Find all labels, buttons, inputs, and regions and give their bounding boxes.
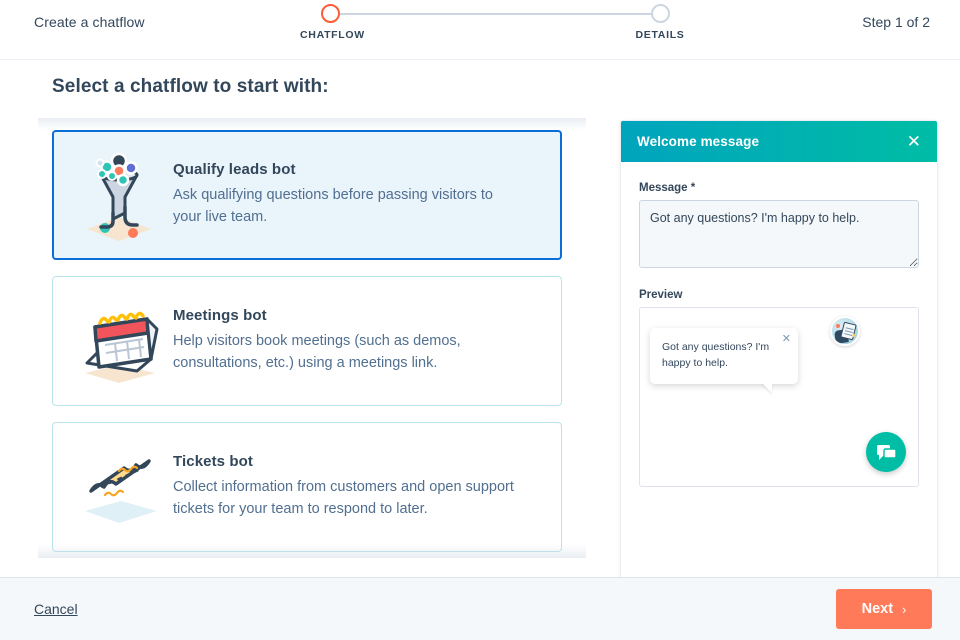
card-description: Ask qualifying questions before passing … bbox=[173, 187, 493, 225]
message-field-label: Message * bbox=[639, 182, 696, 194]
chevron-right-icon: › bbox=[902, 601, 907, 617]
step-progress-indicator: CHATFLOW DETAILS bbox=[300, 4, 690, 48]
card-text-block: Tickets bot Collect information from cus… bbox=[173, 453, 543, 521]
chat-bubble-icon bbox=[877, 445, 897, 460]
bubble-message-text: Got any questions? I'm happy to help. bbox=[662, 341, 770, 369]
step-label-chatflow: CHATFLOW bbox=[300, 29, 365, 41]
bubble-tail bbox=[761, 381, 772, 393]
welcome-message-panel-body: Message * Preview bbox=[621, 162, 937, 577]
page-title: Create a chatflow bbox=[34, 14, 145, 30]
avatar-artwork bbox=[832, 318, 858, 344]
step-dot-active-icon bbox=[320, 4, 340, 23]
card-title: Tickets bot bbox=[173, 453, 254, 471]
chatflow-card-qualify-leads-bot[interactable]: Qualify leads bot Ask qualifying questio… bbox=[52, 130, 562, 260]
card-title: Qualify leads bot bbox=[173, 161, 296, 179]
desk-calendar-icon bbox=[71, 293, 167, 389]
welcome-message-panel-header: Welcome message ✕ bbox=[621, 121, 937, 162]
welcome-message-panel: Welcome message ✕ Message * Preview bbox=[620, 120, 938, 577]
close-icon[interactable]: ✕ bbox=[905, 131, 923, 152]
chatflow-card-tickets-bot[interactable]: Tickets bot Collect information from cus… bbox=[52, 422, 562, 552]
wizard-body: Select a chatflow to start with: Qualify… bbox=[0, 60, 960, 577]
welcome-message-bubble: ✕ Got any questions? I'm happy to help. bbox=[650, 328, 798, 393]
stepper-connector-line bbox=[330, 13, 660, 15]
card-description: Help visitors book meetings (such as dem… bbox=[173, 333, 461, 371]
step-item-chatflow[interactable]: CHATFLOW bbox=[300, 4, 365, 41]
next-button[interactable]: Next › bbox=[836, 589, 932, 629]
message-input[interactable] bbox=[639, 200, 919, 268]
cancel-link[interactable]: Cancel bbox=[34, 601, 78, 617]
card-text-block: Meetings bot Help visitors book meetings… bbox=[173, 307, 543, 375]
preview-section-label: Preview bbox=[639, 289, 683, 301]
avatar-accent-dot bbox=[836, 324, 840, 328]
chatflow-card-meetings-bot[interactable]: Meetings bot Help visitors book meetings… bbox=[52, 276, 562, 406]
chat-widget-preview: ✕ Got any questions? I'm happy to help. bbox=[639, 307, 919, 487]
wizard-header: Create a chatflow CHATFLOW DETAILS Step … bbox=[0, 0, 960, 60]
chat-launcher-button[interactable] bbox=[866, 432, 906, 472]
step-item-details[interactable]: DETAILS bbox=[630, 4, 690, 41]
funnel-leads-icon bbox=[71, 147, 167, 243]
avatar-accent-dot bbox=[852, 334, 855, 337]
card-title: Meetings bot bbox=[173, 307, 267, 325]
chatflow-list-container: Qualify leads bot Ask qualifying questio… bbox=[38, 118, 598, 558]
create-chatflow-wizard: Create a chatflow CHATFLOW DETAILS Step … bbox=[0, 0, 960, 640]
avatar-card-shape bbox=[840, 321, 857, 341]
step-dot-inactive-icon bbox=[650, 4, 670, 23]
chatflow-options-scroll-area[interactable]: Qualify leads bot Ask qualifying questio… bbox=[38, 118, 598, 558]
close-icon[interactable]: ✕ bbox=[782, 334, 791, 345]
next-button-label: Next bbox=[861, 601, 894, 617]
section-title: Select a chatflow to start with: bbox=[52, 76, 329, 97]
ticket-icon bbox=[71, 439, 167, 535]
wizard-footer: Cancel Next › bbox=[0, 577, 960, 640]
bot-avatar bbox=[830, 316, 860, 346]
step-label-details: DETAILS bbox=[635, 29, 685, 41]
card-text-block: Qualify leads bot Ask qualifying questio… bbox=[173, 161, 543, 229]
panel-title: Welcome message bbox=[637, 134, 760, 149]
card-description: Collect information from customers and o… bbox=[173, 479, 514, 517]
step-counter: Step 1 of 2 bbox=[862, 14, 930, 30]
